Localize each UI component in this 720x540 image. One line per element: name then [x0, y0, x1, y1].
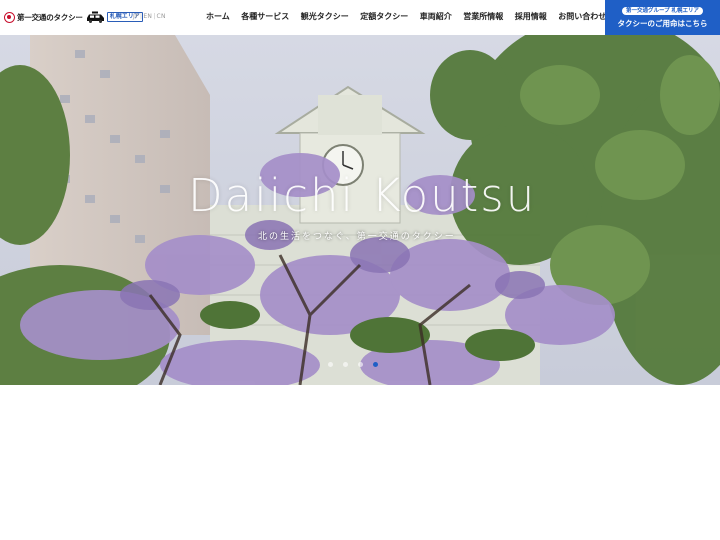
hero-slider: Daiichi Koutsu 北の生活をつなぐ、第一交通のタクシー — [0, 35, 720, 385]
nav-offices[interactable]: 営業所情報 — [463, 12, 503, 22]
nav-recruit[interactable]: 採用情報 — [515, 12, 547, 22]
site-header: 第一交通のタクシー 札幌エリア JP|EN|CN ホーム 各種サービス 観光タク… — [0, 0, 720, 35]
nav-vehicles[interactable]: 車両紹介 — [420, 12, 452, 22]
lang-cn[interactable]: CN — [157, 13, 166, 20]
lang-separator: | — [140, 13, 143, 20]
lang-en[interactable]: EN — [143, 13, 152, 20]
lang-jp[interactable]: JP — [133, 13, 139, 20]
nav-sightseeing-taxi[interactable]: 観光タクシー — [301, 12, 349, 22]
brand-logo[interactable]: 第一交通のタクシー 札幌エリア — [4, 10, 143, 24]
slide-dot[interactable] — [358, 362, 363, 367]
hero-title: Daiichi Koutsu — [188, 169, 537, 222]
nav-contact[interactable]: お問い合わせ — [558, 12, 606, 22]
slider-pagination — [328, 362, 388, 367]
brand-name: 第一交通のタクシー — [17, 12, 83, 22]
nav-home[interactable]: ホーム — [206, 12, 230, 22]
company-logo-icon — [4, 11, 15, 23]
nav-services[interactable]: 各種サービス — [241, 12, 289, 22]
main-nav: ホーム 各種サービス 観光タクシー 定額タクシー 車両紹介 営業所情報 採用情報… — [206, 12, 618, 22]
hero-subtitle: 北の生活をつなぐ、第一交通のタクシー — [258, 232, 456, 242]
slide-dot[interactable] — [328, 362, 333, 367]
taxi-car-icon — [86, 11, 104, 23]
nav-fixed-fare-taxi[interactable]: 定額タクシー — [360, 12, 408, 22]
cta-label: タクシーのご用命はこちら — [617, 18, 708, 28]
slide-dot[interactable] — [343, 362, 348, 367]
language-switcher: JP|EN|CN — [133, 13, 166, 20]
slide-dot-active[interactable] — [373, 362, 378, 367]
cta-group-label: 第一交通グループ 札幌エリア — [621, 6, 704, 15]
lang-separator: | — [153, 13, 156, 20]
taxi-order-button[interactable]: 第一交通グループ 札幌エリア タクシーのご用命はこちら — [605, 0, 720, 35]
